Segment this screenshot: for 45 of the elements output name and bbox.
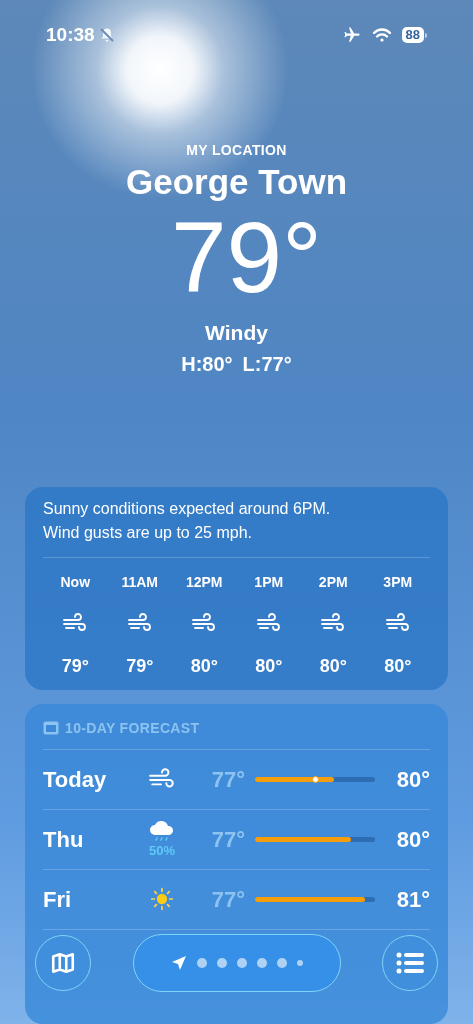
hour-temperature: 79°: [61, 654, 89, 678]
precipitation-chance: 50%: [149, 844, 175, 858]
day-label: Thu: [43, 825, 85, 854]
sun-icon: [148, 887, 176, 911]
wifi-icon: [371, 27, 392, 43]
status-time: 10:38: [46, 22, 95, 47]
wind-icon: [62, 611, 89, 634]
city-name: George Town: [126, 161, 347, 203]
high-temperature: 80°: [395, 825, 430, 854]
high-temperature: 80°: [395, 765, 430, 794]
hour-label: 11AM: [121, 572, 159, 592]
battery-level: 88: [401, 27, 424, 43]
hour-label: 3PM: [383, 572, 413, 592]
hour-temperature: 80°: [319, 654, 347, 678]
high-temperature: H:80°: [181, 351, 233, 377]
list-icon: [396, 952, 424, 974]
day-label: Today: [43, 765, 108, 794]
low-temperature: 77°: [210, 885, 245, 914]
wind-icon: [255, 611, 282, 634]
wind-icon: [191, 611, 218, 634]
wind-icon: [384, 611, 411, 634]
day-label: Fri: [43, 885, 73, 914]
wind-icon: [320, 611, 347, 634]
rain-cloud-icon: [148, 820, 176, 844]
hour-label: 1PM: [254, 572, 284, 592]
calendar-icon: [43, 721, 59, 735]
location-arrow-icon[interactable]: [170, 955, 187, 971]
location-label: MY LOCATION: [186, 141, 287, 160]
low-temperature: 77°: [210, 825, 245, 854]
low-temperature: 77°: [210, 765, 245, 794]
hour-temperature: 80°: [255, 654, 283, 678]
current-temperature: 79°: [170, 203, 323, 311]
wind-icon: [126, 611, 153, 634]
hour-label: 12PM: [185, 572, 223, 592]
hour-label: Now: [60, 572, 91, 592]
map-icon: [50, 950, 76, 976]
hour-temperature: 79°: [126, 654, 154, 678]
high-temperature: 81°: [395, 885, 430, 914]
condition-text: Windy: [205, 320, 268, 346]
hour-temperature: 80°: [190, 654, 218, 678]
hour-temperature: 80°: [384, 654, 412, 678]
low-temperature: L:77°: [242, 351, 292, 377]
hour-label: 2PM: [318, 572, 348, 592]
forecast-title: 10-DAY FORECAST: [65, 718, 200, 738]
forecast-summary: Sunny conditions expected around 6PM. Wind gusts are up to 25 mph.: [43, 496, 430, 558]
